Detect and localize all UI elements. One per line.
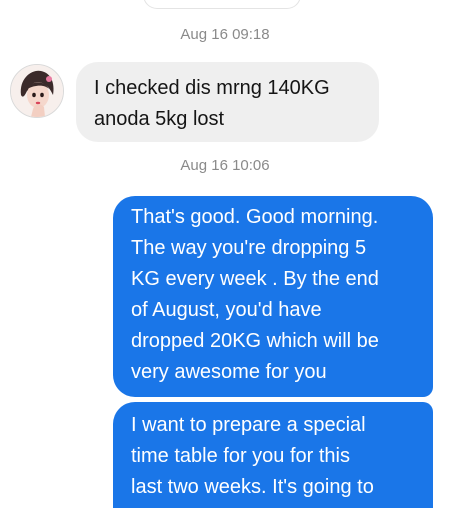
contact-avatar[interactable] [10, 64, 64, 118]
message-text-line: last two weeks. It's going to [131, 476, 374, 498]
message-timestamp: Aug 16 09:18 [180, 26, 270, 43]
incoming-message-bubble[interactable]: I checked dis mrng 140KG anoda 5kg lost [76, 62, 379, 142]
previous-message-bubble[interactable] [143, 0, 301, 9]
chat-thread: Aug 16 09:18 I checked dis mrng 140KG an… [0, 0, 450, 508]
message-text-line: I checked dis mrng 140KG [94, 77, 330, 99]
message-text-line: of August, you'd have [131, 299, 322, 321]
message-timestamp: Aug 16 10:06 [180, 157, 270, 174]
message-text-line: dropped 20KG which will be [131, 330, 379, 352]
message-text-line: That's good. Good morning. [131, 206, 379, 228]
message-text-line: anoda 5kg lost [94, 108, 225, 130]
outgoing-message-bubble[interactable]: I want to prepare a special time table f… [113, 402, 433, 508]
message-text-line: time table for you for this [131, 445, 350, 467]
message-text-line: The way you're dropping 5 [131, 237, 367, 259]
outgoing-message-bubble[interactable]: That's good. Good morning. The way you'r… [113, 196, 433, 397]
message-text-line: very awesome for you [131, 361, 327, 383]
message-text-line: KG every week . By the end [131, 268, 379, 290]
message-text-line: I want to prepare a special [131, 414, 366, 436]
